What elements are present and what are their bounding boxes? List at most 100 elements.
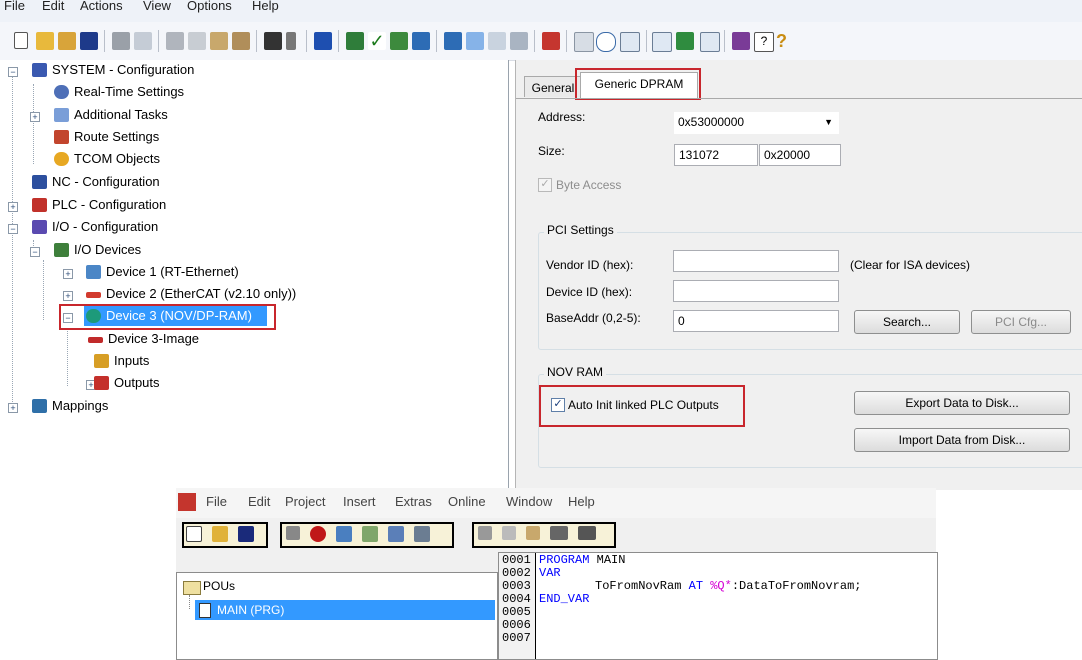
collapse-io-toggle[interactable]: −	[8, 224, 18, 234]
io-icon	[32, 220, 47, 234]
expand-device1-toggle[interactable]: +	[63, 269, 73, 279]
new-icon[interactable]	[14, 32, 28, 49]
online-icon[interactable]	[652, 32, 672, 52]
restart-icon[interactable]	[412, 32, 430, 50]
paste-icon[interactable]	[210, 32, 228, 50]
address-select[interactable]: 0x53000000 ▼	[674, 112, 839, 134]
save-icon[interactable]	[80, 32, 98, 50]
about-icon[interactable]: ?	[754, 32, 774, 52]
editor-new-icon[interactable]	[186, 526, 202, 542]
editor-menu-insert[interactable]: Insert	[343, 494, 376, 509]
chevron-down-icon: ▼	[824, 117, 833, 127]
tab-highlight-box	[575, 68, 701, 100]
print-preview-icon[interactable]	[134, 32, 152, 50]
menu-file[interactable]: File	[4, 0, 25, 13]
editor-menu-extras[interactable]: Extras	[395, 494, 432, 509]
run-icon[interactable]	[444, 32, 462, 50]
ethernet-device-icon	[86, 265, 101, 279]
size-hex-field[interactable]: 0x20000	[759, 144, 841, 166]
pci-cfg-button[interactable]: PCI Cfg...	[971, 310, 1071, 334]
expand-plc-toggle[interactable]: +	[8, 202, 18, 212]
context-help-icon[interactable]: ?	[776, 32, 794, 50]
code-editor[interactable]: 0001 0002 0003 0004 0005 0006 0007 PROGR…	[498, 552, 938, 660]
collapse-io-devices-toggle[interactable]: −	[30, 247, 40, 257]
search-button[interactable]: Search...	[854, 310, 960, 334]
zoom-icon[interactable]	[596, 32, 616, 52]
open-icon[interactable]	[36, 32, 54, 50]
find-next-icon[interactable]	[286, 32, 296, 50]
build-icon[interactable]	[390, 32, 408, 50]
realtime-icon	[54, 85, 69, 99]
editor-copy-icon[interactable]	[502, 526, 516, 540]
size-decimal-field[interactable]: 131072	[674, 144, 758, 166]
paste-with-links-icon[interactable]	[232, 32, 250, 50]
collapse-system-toggle[interactable]: −	[8, 67, 18, 77]
check-config-icon[interactable]: ✓	[368, 32, 386, 50]
editor-menu-project[interactable]: Project	[285, 494, 325, 509]
cut-icon[interactable]	[166, 32, 184, 50]
nov-ram-title: NOV RAM	[544, 365, 607, 379]
baseaddr-field[interactable]: 0	[673, 310, 839, 332]
scan-icon[interactable]	[510, 32, 528, 50]
export-data-button[interactable]: Export Data to Disk...	[854, 391, 1070, 415]
editor-monitor-icon[interactable]	[414, 526, 430, 542]
expand-device2-toggle[interactable]: +	[63, 291, 73, 301]
editor-replace-icon[interactable]	[578, 526, 596, 540]
copy-icon[interactable]	[188, 32, 206, 50]
editor-menu-help[interactable]: Help	[568, 494, 595, 509]
editor-open-icon[interactable]	[212, 526, 228, 542]
pous-label: POUs	[203, 579, 236, 593]
menu-bar: File Edit Actions View Options Help	[0, 0, 1082, 22]
pou-main-item[interactable]: MAIN (PRG)	[195, 600, 495, 620]
editor-run-icon[interactable]	[388, 526, 404, 542]
compare-icon[interactable]	[676, 32, 694, 50]
editor-stop-icon[interactable]	[310, 526, 326, 542]
menu-actions[interactable]: Actions	[80, 0, 123, 13]
editor-menu-edit[interactable]: Edit	[248, 494, 270, 509]
watch-icon[interactable]	[620, 32, 640, 52]
device-id-field[interactable]	[673, 280, 839, 302]
config-mode-icon[interactable]	[488, 32, 506, 50]
editor-save-icon[interactable]	[238, 526, 254, 542]
properties-icon[interactable]	[574, 32, 594, 52]
tab-general[interactable]: General	[524, 76, 582, 97]
find-icon[interactable]	[264, 32, 282, 50]
settings-icon[interactable]	[700, 32, 720, 52]
editor-cut-icon[interactable]	[478, 526, 492, 540]
inputs-icon	[94, 354, 109, 368]
editor-build-icon[interactable]	[362, 526, 378, 542]
properties-pane: General Generic DPRAM Address: 0x5300000…	[515, 60, 1082, 490]
print-icon[interactable]	[112, 32, 130, 50]
menu-edit[interactable]: Edit	[42, 0, 64, 13]
stop-icon[interactable]	[466, 32, 484, 50]
menu-options[interactable]: Options	[187, 0, 232, 13]
byte-access-checkbox[interactable]: ✓	[538, 178, 552, 192]
vendor-id-field[interactable]	[673, 250, 839, 272]
editor-login-icon[interactable]	[336, 526, 352, 542]
device3-highlight-box	[59, 304, 276, 330]
pci-settings-title: PCI Settings	[544, 223, 617, 237]
expand-additional-tasks-toggle[interactable]: +	[30, 112, 40, 122]
help-icon[interactable]	[732, 32, 750, 50]
editor-menu-file[interactable]: File	[206, 494, 227, 509]
freerun-icon[interactable]	[542, 32, 560, 50]
editor-print-icon[interactable]	[286, 526, 300, 540]
editor-menu-online[interactable]: Online	[448, 494, 486, 509]
baseaddr-label: BaseAddr (0,2-5):	[546, 311, 641, 325]
size-label: Size:	[538, 144, 565, 158]
editor-paste-icon[interactable]	[526, 526, 540, 540]
menu-help[interactable]: Help	[252, 0, 279, 13]
activate-config-icon[interactable]	[346, 32, 364, 50]
open-project-icon[interactable]	[58, 32, 76, 50]
editor-menu-window[interactable]: Window	[506, 494, 552, 509]
config-tree: − SYSTEM - Configuration Real-Time Setti…	[0, 60, 509, 490]
editor-find-icon[interactable]	[550, 526, 568, 540]
code-line-3: ToFromNovRam AT %Q*:DataToFromNovram;	[595, 579, 862, 593]
pou-tree: POUs MAIN (PRG)	[176, 572, 498, 660]
image-icon	[88, 337, 103, 343]
menu-view[interactable]: View	[143, 0, 171, 13]
import-data-button[interactable]: Import Data from Disk...	[854, 428, 1070, 452]
outputs-icon	[94, 376, 109, 390]
expand-mappings-toggle[interactable]: +	[8, 403, 18, 413]
target-system-icon[interactable]	[314, 32, 332, 50]
